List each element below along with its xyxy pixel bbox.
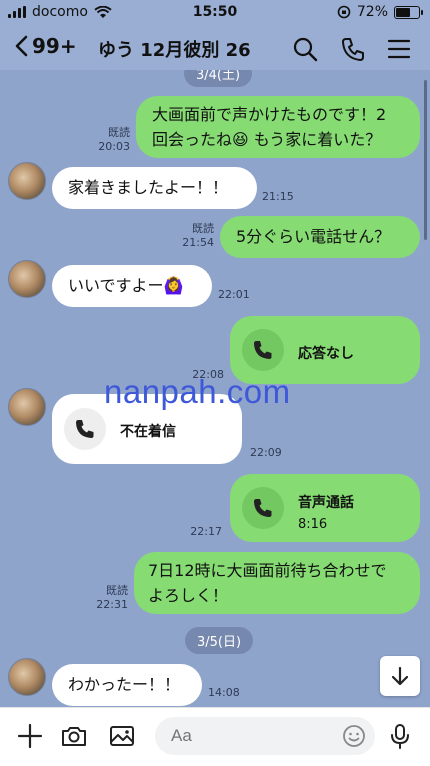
battery-group: 72% (337, 4, 423, 20)
scroll-to-bottom-button[interactable] (380, 656, 420, 696)
call-status: 不在着信 (120, 424, 176, 440)
composer-bar (0, 707, 430, 766)
message-text: 7日12時に大画面前待ち合わせで (148, 561, 387, 580)
camera-icon[interactable] (60, 722, 88, 750)
message-time: 22:31 (96, 598, 128, 611)
date-divider: 3/5(日) (185, 627, 254, 654)
avatar[interactable] (8, 260, 46, 298)
message-time: 22:17 (190, 525, 222, 538)
read-receipt: 既読 (108, 126, 130, 139)
message-time: 22:09 (250, 446, 282, 459)
battery-icon (394, 5, 423, 19)
scrollbar[interactable] (424, 80, 427, 240)
call-duration: 8:16 (298, 517, 328, 532)
message-time: 21:15 (262, 190, 294, 203)
message-text: 家着きましたよー！！ (68, 178, 229, 197)
unread-count: 99+ (32, 34, 77, 58)
orientation-lock-icon (337, 5, 351, 19)
emoji-icon[interactable] (342, 724, 366, 748)
message-meta: 既読 21:54 (178, 222, 214, 250)
avatar[interactable] (8, 658, 46, 696)
message-bubble-received[interactable]: わかったー！！ (52, 664, 202, 706)
message-time: 22:01 (218, 288, 250, 301)
message-time: 20:03 (98, 140, 130, 153)
status-bar: docomo 15:50 72% (0, 0, 430, 26)
phone-icon[interactable] (340, 36, 366, 62)
call-status: 応答なし (298, 346, 354, 362)
message-time: 14:08 (208, 686, 240, 699)
avatar[interactable] (8, 162, 46, 200)
phone-icon (254, 499, 272, 517)
image-icon[interactable] (108, 722, 136, 750)
message-bubble-sent[interactable]: 7日12時に大画面前待ち合わせで よろしく！ (134, 552, 420, 614)
message-text: 5分ぐらい電話せん？ (236, 227, 391, 246)
microphone-icon[interactable] (386, 722, 414, 750)
message-text: 回会ったね😆 もう家に着いた？ (152, 130, 382, 149)
date-divider: 3/4(土) (184, 70, 253, 87)
phone-icon (254, 341, 272, 359)
message-bubble-sent[interactable]: 5分ぐらい電話せん？ (220, 216, 420, 258)
chat-area[interactable]: 3/4(土) 既読 20:03 大画面前で声かけたものです！2 回会ったね😆 も… (0, 70, 430, 707)
message-meta: 既読 20:03 (92, 126, 130, 154)
call-icon-wrap (64, 408, 106, 450)
message-bubble-received[interactable]: いいですよー🙆‍♀️ (52, 265, 212, 307)
read-receipt: 既読 (192, 222, 214, 235)
back-button[interactable]: 99+ (14, 34, 77, 58)
menu-icon[interactable] (386, 36, 412, 62)
phone-icon (76, 420, 94, 438)
message-text: わかったー！！ (68, 675, 181, 694)
battery-percent: 72% (356, 4, 388, 20)
search-icon[interactable] (292, 36, 318, 62)
message-text: よろしく！ (148, 586, 229, 605)
message-bubble-sent[interactable]: 大画面前で声かけたものです！2 回会ったね😆 もう家に着いた？ (136, 96, 420, 158)
message-time: 21:54 (182, 236, 214, 249)
read-receipt: 既読 (106, 584, 128, 597)
message-meta: 既読 22:31 (92, 584, 128, 612)
avatar[interactable] (8, 388, 46, 426)
plus-icon[interactable] (16, 722, 44, 750)
chat-title: ゆう 12月彼別 26 (98, 40, 251, 61)
arrow-down-icon (391, 666, 409, 686)
chevron-left-icon (15, 35, 28, 57)
watermark: nanpah.com (104, 373, 291, 410)
message-bubble-received[interactable]: 家着きましたよー！！ (52, 167, 257, 209)
message-text: 大画面前で声かけたものです！2 (152, 105, 387, 124)
call-bubble-voice[interactable]: 音声通話 8:16 (230, 474, 420, 542)
chat-header: 99+ ゆう 12月彼別 26 (0, 26, 430, 70)
call-icon-wrap (242, 487, 284, 529)
message-text: いいですよー🙆‍♀️ (68, 276, 184, 295)
call-icon-wrap (242, 329, 284, 371)
